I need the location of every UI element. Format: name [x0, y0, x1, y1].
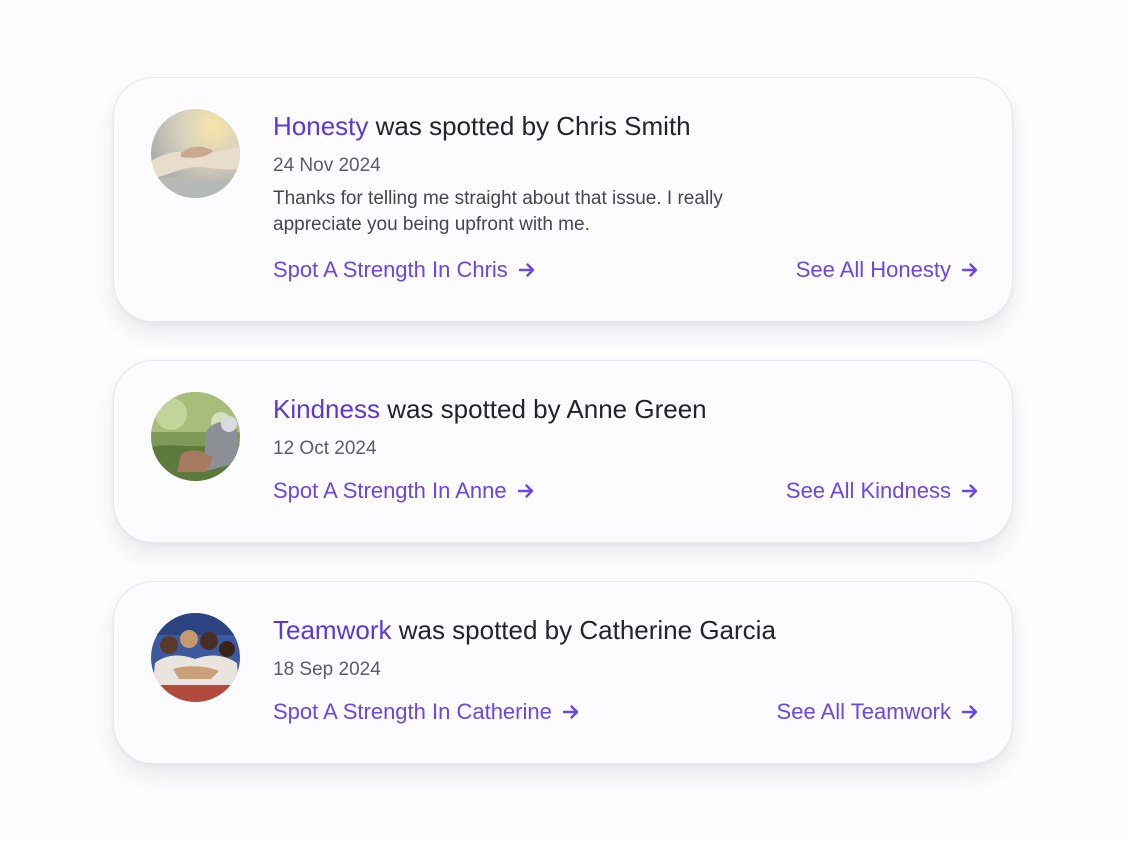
- card-content: Kindness was spotted by Anne Green 12 Oc…: [273, 391, 979, 461]
- card-actions: Spot A Strength In Catherine See All Tea…: [273, 698, 979, 726]
- avatar-teamwork-image: [151, 613, 240, 702]
- strength-name[interactable]: Teamwork: [273, 615, 391, 645]
- card-actions: Spot A Strength In Chris See All Honesty: [273, 256, 979, 284]
- avatar-kindness-image: [151, 392, 240, 481]
- arrow-right-icon: [518, 262, 535, 277]
- team-photo-icon: [151, 613, 240, 702]
- spot-strength-link[interactable]: Spot A Strength In Chris: [273, 256, 536, 284]
- arrow-right-icon: [961, 483, 978, 498]
- see-all-link-label: See All Kindness: [785, 478, 951, 503]
- spot-strength-link-label: Spot A Strength In Chris: [273, 257, 508, 282]
- strength-card-kindness: Kindness was spotted by Anne Green 12 Oc…: [113, 360, 1013, 543]
- spotted-by-text: was spotted by Chris Smith: [368, 111, 691, 141]
- card-actions: Spot A Strength In Anne See All Kindness: [273, 477, 979, 505]
- strength-feed: Honesty was spotted by Chris Smith 24 No…: [113, 77, 1013, 802]
- arrow-right-icon: [517, 483, 533, 498]
- arrow-right-icon: [961, 262, 978, 277]
- hands-photo-icon: [151, 109, 240, 198]
- arrow-right-icon: [961, 704, 978, 719]
- card-content: Honesty was spotted by Chris Smith 24 No…: [273, 108, 979, 238]
- see-all-link-label: See All Honesty: [795, 257, 951, 282]
- spotted-message: Thanks for telling me straight about tha…: [273, 188, 723, 235]
- spotted-date: 12 Oct 2024: [273, 438, 377, 459]
- see-all-link-label: See All Teamwork: [776, 699, 951, 724]
- see-all-link[interactable]: See All Kindness: [786, 477, 979, 505]
- spot-strength-link-label: Spot A Strength In Anne: [273, 478, 507, 503]
- spotted-by-text: was spotted by Anne Green: [379, 394, 707, 424]
- spot-strength-link-label: Spot A Strength In Catherine: [273, 699, 552, 724]
- strength-card-teamwork: Teamwork was spotted by Catherine Garcia…: [113, 581, 1013, 764]
- spotted-date: 18 Sep 2024: [273, 659, 381, 680]
- strength-name[interactable]: Kindness: [273, 394, 380, 424]
- arrow-right-icon: [562, 704, 579, 719]
- park-photo-icon: [151, 392, 240, 481]
- see-all-link[interactable]: See All Teamwork: [777, 698, 979, 726]
- strength-card-honesty: Honesty was spotted by Chris Smith 24 No…: [113, 77, 1013, 322]
- spot-strength-link[interactable]: Spot A Strength In Catherine: [273, 698, 580, 726]
- avatar-honesty-image: [151, 109, 240, 198]
- spot-strength-link[interactable]: Spot A Strength In Anne: [273, 477, 535, 505]
- card-headline: Honesty was spotted by Chris Smith: [273, 108, 979, 144]
- spotted-date: 24 Nov 2024: [273, 155, 381, 176]
- card-content: Teamwork was spotted by Catherine Garcia…: [273, 612, 979, 682]
- spotted-by-text: was spotted by Catherine Garcia: [391, 615, 776, 645]
- strength-name[interactable]: Honesty: [273, 111, 368, 141]
- card-headline: Teamwork was spotted by Catherine Garcia: [273, 612, 979, 648]
- see-all-link[interactable]: See All Honesty: [796, 256, 979, 284]
- card-headline: Kindness was spotted by Anne Green: [273, 391, 979, 427]
